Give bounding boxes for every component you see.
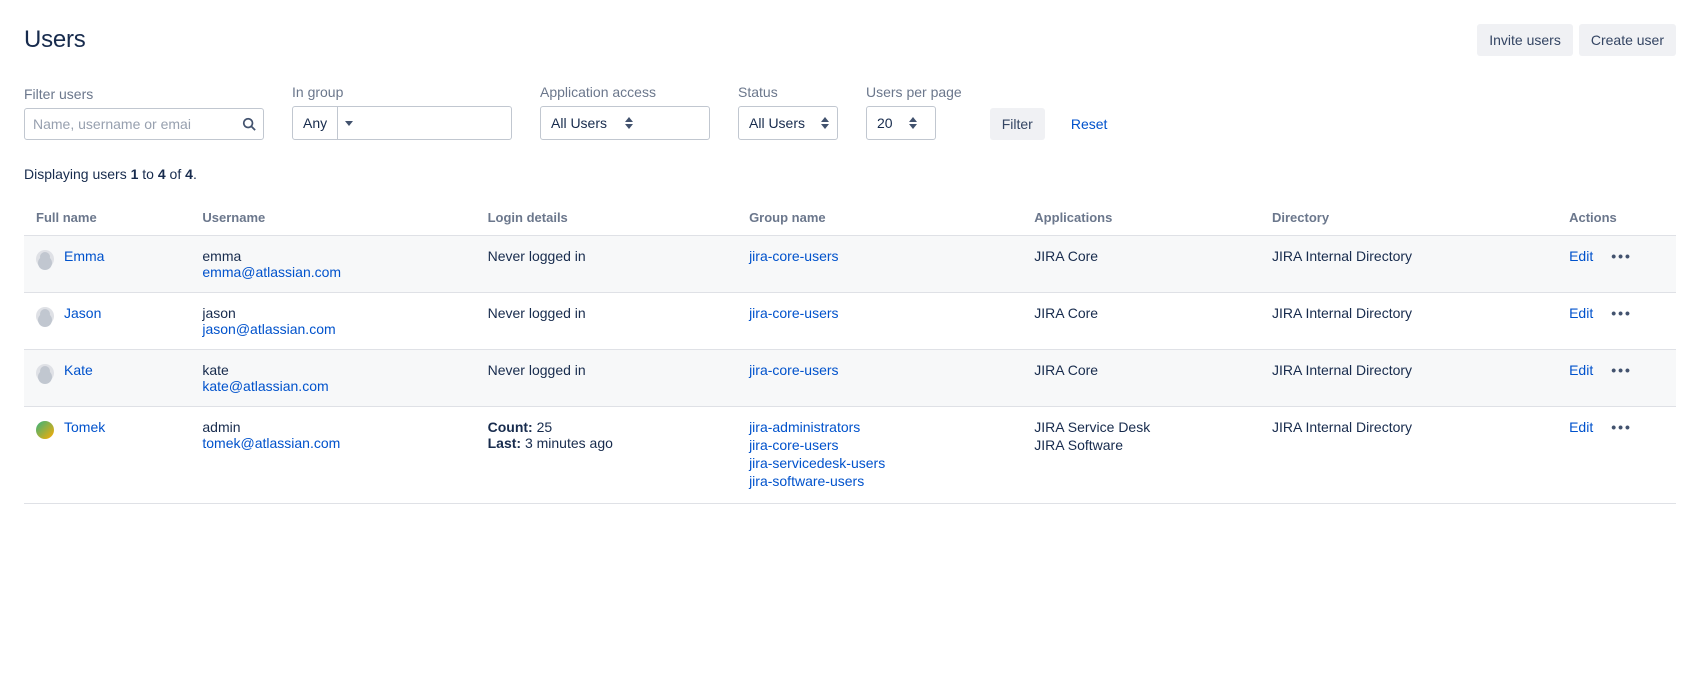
username-text: emma bbox=[202, 248, 463, 264]
edit-link[interactable]: Edit bbox=[1569, 248, 1593, 264]
status-block: Status All Users bbox=[738, 84, 838, 140]
filter-actions: . Filter Reset bbox=[990, 86, 1112, 140]
user-fullname-link[interactable]: Tomek bbox=[64, 419, 105, 435]
more-actions-icon[interactable]: ••• bbox=[1611, 419, 1632, 435]
filter-button[interactable]: Filter bbox=[990, 108, 1045, 140]
username-text: kate bbox=[202, 362, 463, 378]
page-header: Users Invite users Create user bbox=[24, 24, 1676, 56]
col-apps: Applications bbox=[1022, 200, 1260, 236]
avatar bbox=[36, 307, 54, 325]
group-link[interactable]: jira-servicedesk-users bbox=[749, 455, 1010, 471]
avatar bbox=[36, 364, 54, 382]
login-details-text: Never logged in bbox=[488, 362, 586, 378]
directory-text: JIRA Internal Directory bbox=[1272, 248, 1412, 264]
col-directory: Directory bbox=[1260, 200, 1557, 236]
col-username: Username bbox=[190, 200, 475, 236]
login-last: Last: 3 minutes ago bbox=[488, 435, 725, 451]
group-link[interactable]: jira-core-users bbox=[749, 362, 1010, 378]
directory-text: JIRA Internal Directory bbox=[1272, 362, 1412, 378]
app-access-value: All Users bbox=[541, 107, 617, 139]
edit-link[interactable]: Edit bbox=[1569, 305, 1593, 321]
col-login: Login details bbox=[476, 200, 737, 236]
app-access-block: Application access All Users bbox=[540, 84, 710, 140]
app-name: JIRA Service Desk bbox=[1034, 419, 1248, 435]
user-email-link[interactable]: jason@atlassian.com bbox=[202, 321, 335, 337]
filters-bar: Filter users In group Any Application ac… bbox=[24, 84, 1676, 140]
app-name: JIRA Core bbox=[1034, 362, 1248, 378]
app-name: JIRA Software bbox=[1034, 437, 1248, 453]
filter-users-input[interactable] bbox=[24, 108, 264, 140]
create-user-button[interactable]: Create user bbox=[1579, 24, 1676, 56]
directory-text: JIRA Internal Directory bbox=[1272, 305, 1412, 321]
directory-text: JIRA Internal Directory bbox=[1272, 419, 1412, 435]
status-value: All Users bbox=[739, 107, 815, 139]
users-table: Full name Username Login details Group n… bbox=[24, 200, 1676, 504]
app-access-select[interactable]: All Users bbox=[540, 106, 710, 140]
more-actions-icon[interactable]: ••• bbox=[1611, 305, 1632, 321]
per-page-block: Users per page 20 bbox=[866, 84, 962, 140]
more-actions-icon[interactable]: ••• bbox=[1611, 362, 1632, 378]
login-count: Count: 25 bbox=[488, 419, 725, 435]
user-email-link[interactable]: emma@atlassian.com bbox=[202, 264, 341, 280]
group-link[interactable]: jira-core-users bbox=[749, 248, 1010, 264]
user-email-link[interactable]: kate@atlassian.com bbox=[202, 378, 328, 394]
col-fullname: Full name bbox=[24, 200, 190, 236]
sort-icon bbox=[821, 117, 829, 129]
group-link[interactable]: jira-software-users bbox=[749, 473, 1010, 489]
edit-link[interactable]: Edit bbox=[1569, 419, 1593, 435]
per-page-label: Users per page bbox=[866, 84, 962, 100]
filter-users-block: Filter users bbox=[24, 86, 264, 140]
in-group-block: In group Any bbox=[292, 84, 512, 140]
page-title: Users bbox=[24, 26, 85, 54]
user-fullname-link[interactable]: Kate bbox=[64, 362, 93, 378]
chevron-down-icon bbox=[345, 121, 353, 126]
user-fullname-link[interactable]: Emma bbox=[64, 248, 104, 264]
col-group: Group name bbox=[737, 200, 1022, 236]
in-group-select[interactable]: Any bbox=[292, 106, 512, 140]
table-row: Kate katekate@atlassian.com Never logged i… bbox=[24, 350, 1676, 407]
reset-link[interactable]: Reset bbox=[1067, 108, 1112, 140]
table-row: Jason jasonjason@atlassian.com Never logge… bbox=[24, 293, 1676, 350]
login-details-text: Never logged in bbox=[488, 305, 586, 321]
table-row: Tomek admintomek@atlassian.com Count: 25La… bbox=[24, 407, 1676, 504]
result-count: Displaying users 1 to 4 of 4. bbox=[24, 166, 1676, 182]
avatar bbox=[36, 421, 54, 439]
in-group-value: Any bbox=[293, 107, 337, 139]
user-email-link[interactable]: tomek@atlassian.com bbox=[202, 435, 340, 451]
status-label: Status bbox=[738, 84, 838, 100]
group-link[interactable]: jira-core-users bbox=[749, 437, 1010, 453]
group-link[interactable]: jira-administrators bbox=[749, 419, 1010, 435]
per-page-value: 20 bbox=[867, 107, 903, 139]
invite-users-button[interactable]: Invite users bbox=[1477, 24, 1573, 56]
search-icon bbox=[242, 117, 256, 131]
per-page-select[interactable]: 20 bbox=[866, 106, 936, 140]
status-select[interactable]: All Users bbox=[738, 106, 838, 140]
col-actions: Actions bbox=[1557, 200, 1676, 236]
app-access-label: Application access bbox=[540, 84, 710, 100]
table-row: Emma emmaemma@atlassian.com Never logged i… bbox=[24, 236, 1676, 293]
more-actions-icon[interactable]: ••• bbox=[1611, 248, 1632, 264]
login-details-text: Never logged in bbox=[488, 248, 586, 264]
filter-users-label: Filter users bbox=[24, 86, 264, 102]
header-actions: Invite users Create user bbox=[1477, 24, 1676, 56]
app-name: JIRA Core bbox=[1034, 248, 1248, 264]
app-name: JIRA Core bbox=[1034, 305, 1248, 321]
group-link[interactable]: jira-core-users bbox=[749, 305, 1010, 321]
username-text: jason bbox=[202, 305, 463, 321]
username-text: admin bbox=[202, 419, 463, 435]
in-group-label: In group bbox=[292, 84, 512, 100]
sort-icon bbox=[909, 117, 917, 129]
user-fullname-link[interactable]: Jason bbox=[64, 305, 101, 321]
sort-icon bbox=[625, 117, 633, 129]
avatar bbox=[36, 250, 54, 268]
edit-link[interactable]: Edit bbox=[1569, 362, 1593, 378]
